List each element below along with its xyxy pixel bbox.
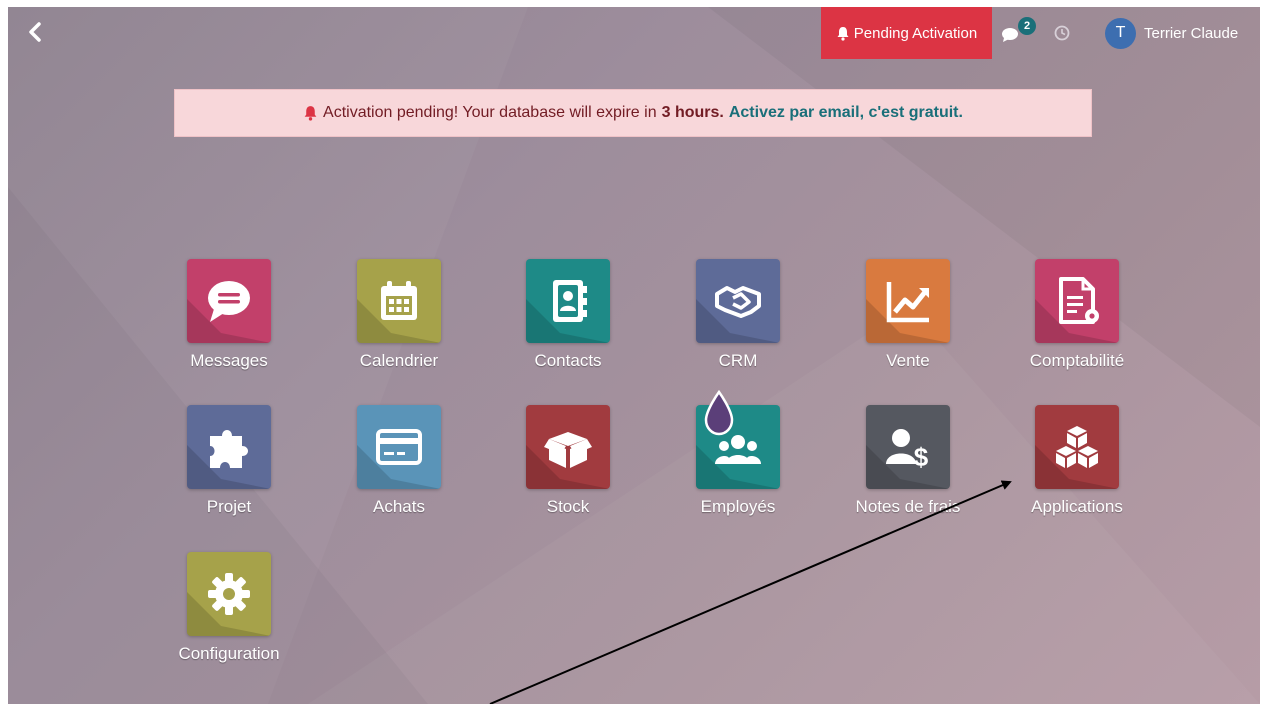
app-icon-tile	[357, 405, 441, 489]
activity-button[interactable]	[1053, 24, 1071, 42]
app-label: Employés	[700, 497, 776, 516]
puzzle-icon	[210, 430, 248, 468]
app-icon-tile	[866, 259, 950, 343]
app-label: Stock	[546, 497, 590, 516]
chevron-left-icon	[29, 22, 41, 42]
app-label: Achats	[373, 497, 425, 516]
app-calendrier[interactable]: Calendrier	[329, 259, 469, 389]
activate-email-link[interactable]: Activez par email, c'est gratuit.	[729, 104, 963, 122]
svg-text:$: $	[914, 442, 929, 472]
sales-chart-icon	[886, 282, 929, 323]
bell-icon	[304, 106, 317, 121]
pending-activation-button[interactable]: Pending Activation	[821, 7, 992, 59]
app-icon-tile	[187, 259, 271, 343]
bell-icon	[837, 26, 849, 41]
credit-card-icon	[376, 429, 422, 465]
app-icon-tile	[1035, 405, 1119, 489]
box-icon	[544, 432, 592, 468]
handshake-icon	[715, 286, 761, 318]
app-label: Calendrier	[359, 351, 439, 370]
app-configuration[interactable]: Configuration	[159, 552, 299, 682]
app-icon-tile	[526, 259, 610, 343]
app-employes[interactable]: Employés	[668, 405, 808, 535]
app-icon-tile	[1035, 259, 1119, 343]
cubes-icon	[1056, 426, 1098, 468]
app-label: CRM	[718, 351, 758, 370]
drop-cursor-icon	[704, 390, 734, 436]
expense-icon: $	[886, 429, 929, 472]
app-icon-tile: $	[866, 405, 950, 489]
app-icon-tile	[357, 259, 441, 343]
user-name: Terrier Claude	[1144, 24, 1239, 42]
app-notes-de-frais[interactable]: $ Notes de frais	[838, 405, 978, 535]
app-label: Projet	[206, 497, 252, 516]
app-icon-tile	[187, 552, 271, 636]
app-stock[interactable]: Stock	[498, 405, 638, 535]
app-label: Configuration	[178, 644, 280, 663]
app-icon-tile	[187, 405, 271, 489]
clock-icon	[1054, 25, 1070, 41]
app-comptabilite[interactable]: Comptabilité	[1007, 259, 1147, 389]
invoice-icon	[1059, 277, 1099, 324]
app-messages[interactable]: Messages	[159, 259, 299, 389]
app-vente[interactable]: Vente	[838, 259, 978, 389]
app-label: Applications	[1031, 497, 1123, 516]
calendar-icon	[381, 281, 417, 320]
app-label: Vente	[886, 351, 930, 370]
alert-message: Activation pending! Your database will e…	[323, 104, 657, 121]
message-icon	[208, 281, 250, 322]
app-crm[interactable]: CRM	[668, 259, 808, 389]
app-icon-tile	[526, 405, 610, 489]
home-menu-screen: Pending Activation 2 T Terrier Claude Ac…	[8, 7, 1260, 704]
app-label: Contacts	[534, 351, 602, 370]
gear-icon	[208, 573, 250, 615]
activation-alert: Activation pending! Your database will e…	[174, 89, 1092, 137]
user-menu[interactable]: T Terrier Claude	[1105, 17, 1238, 49]
app-icon-tile	[696, 259, 780, 343]
app-achats[interactable]: Achats	[329, 405, 469, 535]
discuss-button[interactable]: 2	[1001, 15, 1041, 51]
top-navbar: Pending Activation 2 T Terrier Claude	[8, 7, 1260, 59]
app-contacts[interactable]: Contacts	[498, 259, 638, 389]
app-label: Messages	[190, 351, 268, 370]
app-label: Comptabilité	[1029, 351, 1125, 370]
app-projet[interactable]: Projet	[159, 405, 299, 535]
chat-badge: 2	[1018, 17, 1036, 35]
address-book-icon	[553, 280, 587, 322]
app-applications[interactable]: Applications	[1007, 405, 1147, 535]
alert-expiry: 3 hours.	[661, 104, 724, 121]
app-label: Notes de frais	[855, 497, 961, 516]
back-button[interactable]	[22, 18, 48, 46]
avatar: T	[1105, 17, 1136, 49]
pending-activation-label: Pending Activation	[853, 24, 978, 42]
